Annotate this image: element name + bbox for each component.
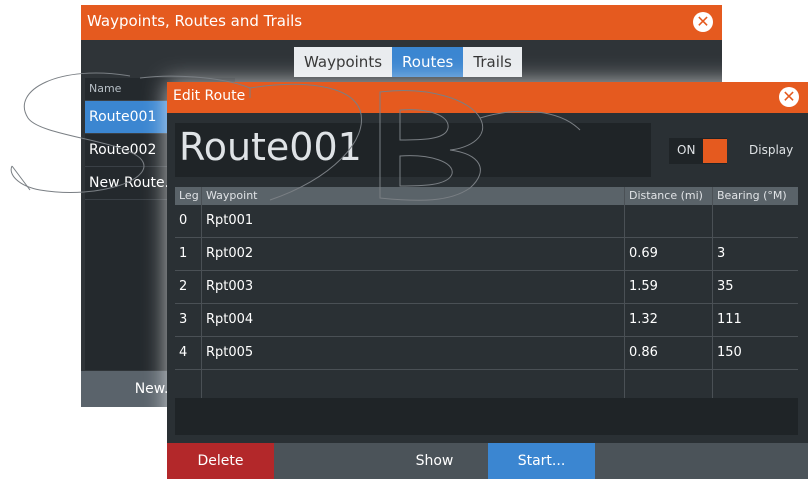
display-toggle[interactable]: ON <box>669 138 727 164</box>
tab-trails[interactable]: Trails <box>463 47 522 77</box>
route-name-field[interactable]: Route001 <box>175 123 651 177</box>
bearing-cell <box>712 205 798 237</box>
table-header: Leg Waypoint Distance (mi) Bearing (°M) <box>175 187 798 205</box>
column-header-bearing: Bearing (°M) <box>712 187 798 205</box>
bearing-cell: 35 <box>712 271 798 303</box>
table-row[interactable]: 3 Rpt004 1.32 111 <box>175 304 798 337</box>
table-row[interactable]: 2 Rpt003 1.59 35 <box>175 271 798 304</box>
close-icon[interactable]: ✕ <box>779 87 799 107</box>
leg-cell: 1 <box>179 246 188 261</box>
table-row[interactable]: 4 Rpt005 0.86 150 <box>175 337 798 370</box>
waypoint-cell: Rpt004 <box>201 304 624 336</box>
table-footer-area <box>175 398 798 435</box>
waypoint-cell: Rpt002 <box>201 238 624 270</box>
toggle-switch[interactable] <box>703 139 727 163</box>
waypoint-cell: Rpt005 <box>201 337 624 369</box>
distance-cell: 0.69 <box>624 238 712 270</box>
column-header-distance: Distance (mi) <box>624 187 712 205</box>
column-header-waypoint: Waypoint <box>201 187 624 205</box>
bearing-cell: 111 <box>712 304 798 336</box>
toggle-on-label: ON <box>677 143 696 157</box>
leg-cell: 2 <box>179 279 188 294</box>
table-row[interactable]: 1 Rpt002 0.69 3 <box>175 238 798 271</box>
distance-cell: 1.32 <box>624 304 712 336</box>
tab-routes[interactable]: Routes <box>392 47 464 77</box>
column-header-leg: Leg <box>179 189 199 202</box>
edit-route-dialog: Edit Route ✕ Route001 ON Display Leg Way… <box>167 82 808 479</box>
empty-button-slot <box>274 443 381 479</box>
route-name-value: Route001 <box>179 125 362 169</box>
start-button[interactable]: Start... <box>488 443 595 479</box>
tab-bar: Waypoints Routes Trails <box>294 47 522 77</box>
leg-cell: 0 <box>179 213 188 228</box>
dialog-title: Edit Route <box>173 88 246 104</box>
show-button[interactable]: Show <box>381 443 488 479</box>
tab-waypoints[interactable]: Waypoints <box>294 47 393 77</box>
distance-cell: 1.59 <box>624 271 712 303</box>
leg-cell: 4 <box>179 345 188 360</box>
waypoint-cell: Rpt003 <box>201 271 624 303</box>
distance-cell: 0.86 <box>624 337 712 369</box>
distance-cell <box>624 205 712 237</box>
close-icon[interactable]: ✕ <box>693 12 713 32</box>
waypoint-table: Leg Waypoint Distance (mi) Bearing (°M) … <box>175 187 798 403</box>
leg-cell: 3 <box>179 312 188 327</box>
empty-button-slot <box>595 443 808 479</box>
dialog-titlebar: Edit Route ✕ <box>167 82 808 113</box>
window-titlebar: Waypoints, Routes and Trails ✕ <box>81 5 722 40</box>
window-title: Waypoints, Routes and Trails <box>87 12 303 30</box>
display-label: Display <box>749 143 794 157</box>
waypoint-cell: Rpt001 <box>201 205 624 237</box>
delete-button[interactable]: Delete <box>167 443 274 479</box>
bearing-cell: 150 <box>712 337 798 369</box>
table-row[interactable]: 0 Rpt001 <box>175 205 798 238</box>
dialog-button-bar: Delete Show Start... <box>167 443 808 479</box>
bearing-cell: 3 <box>712 238 798 270</box>
